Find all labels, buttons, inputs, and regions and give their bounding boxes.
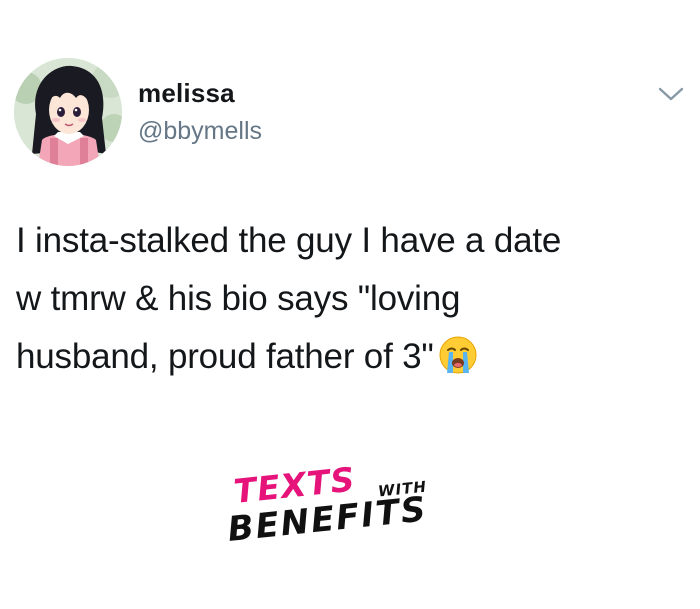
anime-girl-avatar-icon xyxy=(14,58,122,166)
avatar[interactable] xyxy=(14,58,122,166)
user-handle[interactable]: @bbymells xyxy=(138,117,262,146)
tweet-body: I insta-stalked the guy I have a date w … xyxy=(16,212,676,386)
tweet-line: I insta-stalked the guy I have a date xyxy=(16,221,562,260)
tweet-line-last: husband, proud father of 3" xyxy=(16,328,676,386)
loudly-crying-face-icon xyxy=(439,336,477,374)
chevron-down-icon xyxy=(658,87,684,101)
tweet-card: melissa @bbymells I insta-stalked the gu… xyxy=(0,0,700,609)
display-name[interactable]: melissa xyxy=(138,78,235,109)
tweet-header: melissa @bbymells xyxy=(14,58,686,168)
tweet-line: w tmrw & his bio says "loving xyxy=(16,279,461,318)
tweet-line-text: husband, proud father of 3" xyxy=(16,337,434,376)
texts-with-benefits-logo: TEXTS WITH BENEFITS xyxy=(226,459,458,570)
tweet-menu-button[interactable] xyxy=(656,81,686,105)
